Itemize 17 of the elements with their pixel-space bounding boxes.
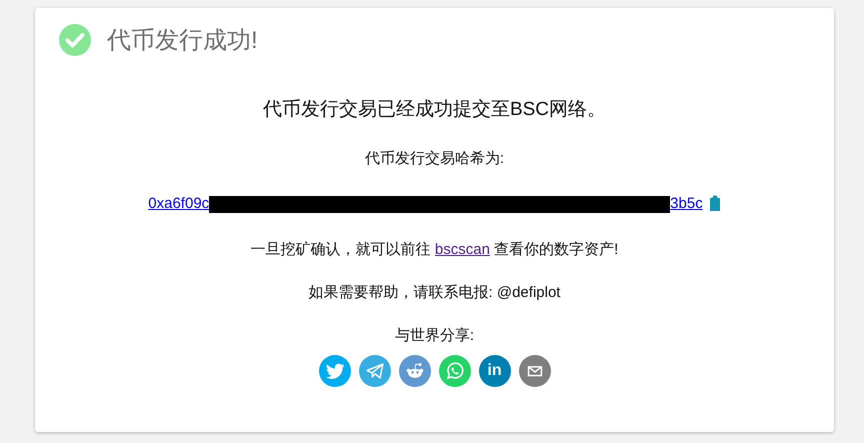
- copy-icon[interactable]: [708, 195, 721, 211]
- transaction-hash-link[interactable]: 3b5c: [670, 194, 703, 212]
- telegram-share-button[interactable]: [358, 355, 390, 387]
- check-circle-icon: [59, 24, 91, 56]
- whatsapp-share-button[interactable]: [438, 355, 470, 387]
- share-label: 与世界分享:: [394, 326, 474, 345]
- hash-label: 代币发行交易哈希为:: [364, 149, 504, 168]
- success-message: 代币发行交易已经成功提交至BSC网络。: [262, 98, 606, 122]
- reddit-share-button[interactable]: [398, 355, 430, 387]
- bscscan-link[interactable]: bscscan: [434, 241, 490, 258]
- twitter-share-button[interactable]: [318, 355, 350, 387]
- success-title: 代币发行成功!: [107, 26, 258, 56]
- email-share-button[interactable]: [518, 355, 550, 387]
- linkedin-share-button[interactable]: in: [478, 355, 510, 387]
- explorer-note: 一旦挖矿确认，就可以前往 bscscan 查看你的数字资产!: [250, 240, 618, 259]
- transaction-hash-link[interactable]: 0xa6f09c: [148, 194, 210, 212]
- help-text: 如果需要帮助，请联系电报: @defiplot: [308, 283, 560, 302]
